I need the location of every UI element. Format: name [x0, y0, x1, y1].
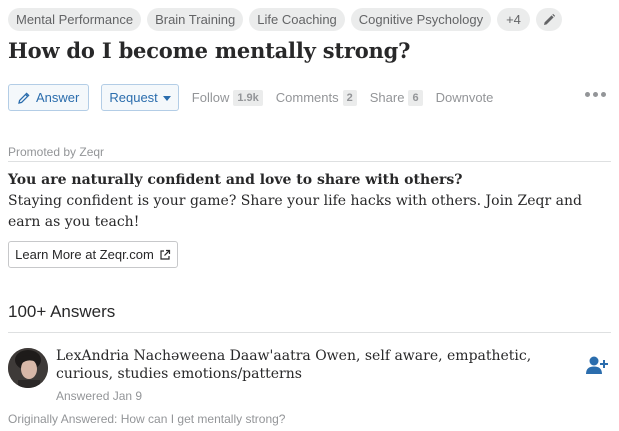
dot	[593, 92, 598, 97]
comments-button[interactable]: Comments 2	[275, 89, 357, 106]
question-title: How do I become mentally strong?	[8, 38, 411, 63]
promo-body: Staying confident is your game? Share yo…	[8, 193, 582, 230]
promo-headline[interactable]: You are naturally confident and love to …	[8, 172, 463, 188]
avatar-image	[8, 348, 48, 388]
answer-label: Answer	[36, 90, 80, 105]
topic-chip[interactable]: Cognitive Psychology	[350, 8, 492, 31]
edit-topics-button[interactable]	[535, 8, 562, 31]
request-button[interactable]: Request	[101, 84, 179, 111]
comments-label: Comments	[275, 90, 339, 105]
author-name[interactable]: LexAndria Nachəweena Daaw'aatra Owen,	[56, 348, 360, 364]
topic-chip[interactable]: Mental Performance	[8, 8, 142, 31]
external-link-icon	[160, 249, 170, 260]
dot	[601, 92, 606, 97]
more-options-icon[interactable]	[585, 92, 606, 97]
answer-author: LexAndria Nachəweena Daaw'aatra Owen, se…	[56, 347, 586, 383]
add-user-icon	[586, 356, 608, 374]
share-button[interactable]: Share 6	[369, 89, 423, 106]
originally-answered[interactable]: Originally Answered: How can I get menta…	[8, 412, 285, 426]
answer-pencil-icon	[18, 91, 30, 104]
learn-more-button[interactable]: Learn More at Zeqr.com	[8, 241, 178, 268]
topic-chip[interactable]: Brain Training	[147, 8, 244, 31]
chevron-down-icon	[162, 96, 171, 101]
follow-button[interactable]: Follow 1.9k	[191, 89, 263, 106]
avatar[interactable]	[8, 348, 48, 388]
divider	[8, 332, 611, 333]
answer-button[interactable]: Answer	[8, 84, 90, 111]
topic-chip[interactable]: Life Coaching	[249, 8, 345, 31]
answers-count: 100+ Answers	[8, 302, 116, 321]
follow-label: Follow	[191, 90, 230, 105]
comments-count: 2	[342, 89, 357, 106]
divider	[8, 161, 611, 162]
promoted-label: Promoted by Zeqr	[8, 145, 105, 159]
share-label: Share	[369, 90, 405, 105]
request-label: Request	[109, 90, 158, 105]
follow-user-button[interactable]	[585, 355, 609, 380]
learn-more-label: Learn More at Zeqr.com	[15, 247, 154, 262]
more-topics-chip[interactable]: +4	[497, 8, 530, 31]
share-count: 6	[408, 89, 423, 106]
question-action-bar: Answer Request Follow 1.9k Comments 2 Sh…	[8, 84, 493, 111]
dot	[585, 92, 590, 97]
follow-count: 1.9k	[233, 89, 263, 106]
topic-chips: Mental Performance Brain Training Life C…	[8, 8, 562, 31]
pencil-icon	[543, 13, 556, 25]
downvote-label: Downvote	[435, 90, 494, 105]
downvote-button[interactable]: Downvote	[436, 90, 494, 105]
answered-date[interactable]: Answered Jan 9	[56, 389, 142, 403]
